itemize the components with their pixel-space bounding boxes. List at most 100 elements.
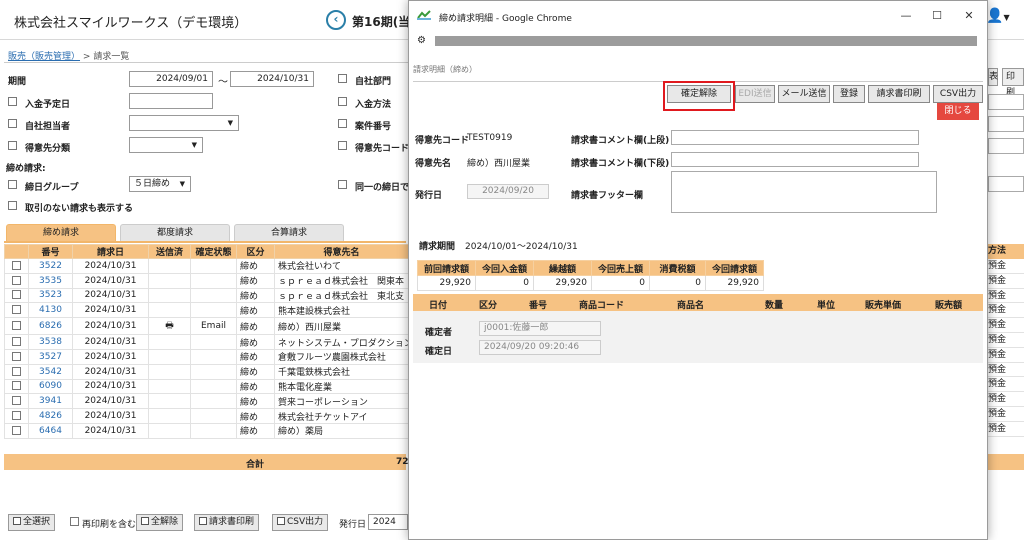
right-print-button[interactable]: 印刷 bbox=[1002, 68, 1024, 98]
select-all-button[interactable]: 全選択 bbox=[8, 514, 56, 531]
csv-export-button[interactable]: CSV出力 bbox=[933, 85, 983, 103]
back-arrow-icon[interactable]: ‹ bbox=[326, 10, 346, 30]
table-row[interactable]: 3941 2024/10/31 締め 賀来コーポレーション bbox=[4, 393, 409, 410]
staff-select[interactable]: ▼ bbox=[129, 115, 239, 131]
dept-checkbox[interactable] bbox=[338, 74, 347, 84]
table-row[interactable]: 6826 2024/10/31 🖶 Email 締め 締め）西川屋業 bbox=[4, 317, 409, 336]
breadcrumb-parent[interactable]: 販売（販売管理） bbox=[8, 52, 80, 62]
right-input-4[interactable] bbox=[988, 176, 1024, 192]
customer-class-checkbox[interactable] bbox=[8, 141, 17, 151]
row-checkbox[interactable] bbox=[4, 302, 29, 319]
table-row[interactable]: 4826 2024/10/31 締め 株式会社チケットアイ bbox=[4, 408, 409, 424]
right-button-1[interactable]: 表 bbox=[988, 68, 998, 86]
table-row[interactable]: 3522 2024/10/31 締め 株式会社いわて bbox=[4, 258, 409, 274]
right-input-2[interactable] bbox=[988, 116, 1024, 132]
issue-date-field[interactable]: 2024/09/20 bbox=[467, 184, 549, 199]
row-checkbox[interactable] bbox=[4, 363, 29, 380]
row-number[interactable]: 6826 bbox=[28, 317, 73, 336]
footer-textarea[interactable] bbox=[671, 171, 937, 213]
due-date-checkbox[interactable] bbox=[8, 97, 17, 107]
deselect-all-button[interactable]: 全解除 bbox=[136, 514, 184, 531]
register-button[interactable]: 登録 bbox=[833, 85, 865, 103]
summary-header: 繰越額 bbox=[533, 260, 592, 276]
tab-combined[interactable]: 合算請求 bbox=[234, 224, 344, 241]
customer-class-select[interactable]: ▼ bbox=[129, 137, 203, 153]
reprint-checkbox[interactable] bbox=[70, 517, 79, 527]
row-number[interactable]: 4130 bbox=[28, 302, 73, 319]
staff-checkbox[interactable] bbox=[8, 119, 17, 129]
row-checkbox[interactable] bbox=[4, 258, 29, 274]
table-row[interactable]: 6464 2024/10/31 締め 締め）薬局 bbox=[4, 422, 409, 439]
customer-code-checkbox[interactable] bbox=[338, 141, 347, 151]
row-number[interactable]: 4826 bbox=[28, 408, 73, 424]
show-no-txn-checkbox[interactable] bbox=[8, 201, 17, 211]
table-row[interactable]: 4130 2024/10/31 締め 熊本建設株式会社 bbox=[4, 302, 409, 319]
deselect-all-label: 全解除 bbox=[151, 517, 179, 527]
row-number[interactable]: 3538 bbox=[28, 334, 73, 350]
row-number[interactable]: 3522 bbox=[28, 258, 73, 274]
minimize-icon[interactable]: — bbox=[897, 9, 915, 23]
row-checkbox[interactable] bbox=[4, 287, 29, 304]
row-number[interactable]: 6464 bbox=[28, 422, 73, 439]
row-checkbox[interactable] bbox=[4, 348, 29, 365]
row-number[interactable]: 3527 bbox=[28, 348, 73, 365]
row-checkbox[interactable] bbox=[4, 317, 29, 336]
confirmer-field[interactable]: j0001:佐藤一郎 bbox=[479, 321, 601, 336]
payment-method-checkbox[interactable] bbox=[338, 97, 347, 107]
period-to-input[interactable]: 2024/10/31 bbox=[230, 71, 314, 87]
period-title: 第16期(当 bbox=[352, 15, 411, 29]
closing-group-checkbox[interactable] bbox=[8, 180, 17, 190]
table-row[interactable]: 35382024/10/31 締めネットシステム・プロダクション 栃木ブ bbox=[4, 334, 409, 350]
header-status: 確定状態 bbox=[190, 244, 237, 259]
confirmed-date-field[interactable]: 2024/09/20 09:20:46 bbox=[479, 340, 601, 355]
tab-underline bbox=[4, 241, 406, 243]
row-number[interactable]: 3535 bbox=[28, 272, 73, 289]
row-number[interactable]: 6090 bbox=[28, 378, 73, 395]
row-customer: ｓｐｒｅａｄ株式会社 関東本 bbox=[274, 272, 409, 289]
table-row[interactable]: 3542 2024/10/31 締め 千葉電鉄株式会社 bbox=[4, 363, 409, 380]
row-checkbox[interactable] bbox=[4, 272, 29, 289]
total-bar-right bbox=[986, 454, 1024, 470]
comment-upper-input[interactable] bbox=[671, 130, 919, 145]
row-checkbox[interactable] bbox=[4, 408, 29, 424]
row-kind: 締め bbox=[236, 422, 275, 439]
row-checkbox[interactable] bbox=[4, 334, 29, 350]
row-number[interactable]: 3941 bbox=[28, 393, 73, 410]
site-settings-icon[interactable]: ⚙ bbox=[417, 35, 426, 46]
right-value-cell: 預金 bbox=[986, 274, 1024, 289]
close-button[interactable]: 閉じる bbox=[937, 103, 979, 120]
customer-name-value: 締め）西川屋業 bbox=[467, 159, 531, 169]
table-row[interactable]: 6090 2024/10/31 締め 熊本電化産業 bbox=[4, 378, 409, 395]
closing-group-select[interactable]: ５日締め ▼ bbox=[129, 176, 191, 192]
tab-each[interactable]: 都度請求 bbox=[120, 224, 230, 241]
row-checkbox[interactable] bbox=[4, 378, 29, 395]
right-input-3[interactable] bbox=[988, 138, 1024, 154]
row-status bbox=[190, 302, 237, 319]
table-row[interactable]: 3527 2024/10/31 締め 倉敷フルーツ農園株式会社 bbox=[4, 348, 409, 365]
period-from-input[interactable]: 2024/09/01 bbox=[129, 71, 213, 87]
row-checkbox[interactable] bbox=[4, 393, 29, 410]
comment-lower-input[interactable] bbox=[671, 152, 919, 167]
row-number[interactable]: 3523 bbox=[28, 287, 73, 304]
detail-header-product-code: 商品コード bbox=[579, 301, 625, 311]
row-number[interactable]: 3542 bbox=[28, 363, 73, 380]
row-checkbox[interactable] bbox=[4, 422, 29, 439]
staff-label: 自社担当者 bbox=[25, 122, 71, 132]
mail-send-button[interactable]: メール送信 bbox=[778, 85, 830, 103]
maximize-icon[interactable]: ☐ bbox=[928, 9, 946, 23]
address-bar[interactable] bbox=[435, 36, 977, 46]
edi-send-button[interactable]: EDI送信 bbox=[735, 85, 775, 103]
print-button[interactable]: 請求書印刷 bbox=[868, 85, 930, 103]
csv-button[interactable]: CSV出力 bbox=[272, 514, 329, 531]
project-checkbox[interactable] bbox=[338, 119, 347, 129]
close-window-icon[interactable]: ✕ bbox=[960, 9, 978, 23]
tab-closing[interactable]: 締め請求 bbox=[6, 224, 116, 241]
same-closing-checkbox[interactable] bbox=[338, 180, 347, 190]
issue-date-input[interactable]: 2024 bbox=[368, 514, 408, 530]
table-row[interactable]: 3535 2024/10/31 締め ｓｐｒｅａｄ株式会社 関東本 bbox=[4, 272, 409, 289]
right-input-1[interactable] bbox=[988, 94, 1024, 110]
table-row[interactable]: 3523 2024/10/31 締め ｓｐｒｅａｄ株式会社 東北支 bbox=[4, 287, 409, 304]
print-invoice-button[interactable]: 請求書印刷 bbox=[194, 514, 260, 531]
due-date-input[interactable] bbox=[129, 93, 213, 109]
user-menu[interactable]: 👤▼ bbox=[986, 8, 1022, 32]
